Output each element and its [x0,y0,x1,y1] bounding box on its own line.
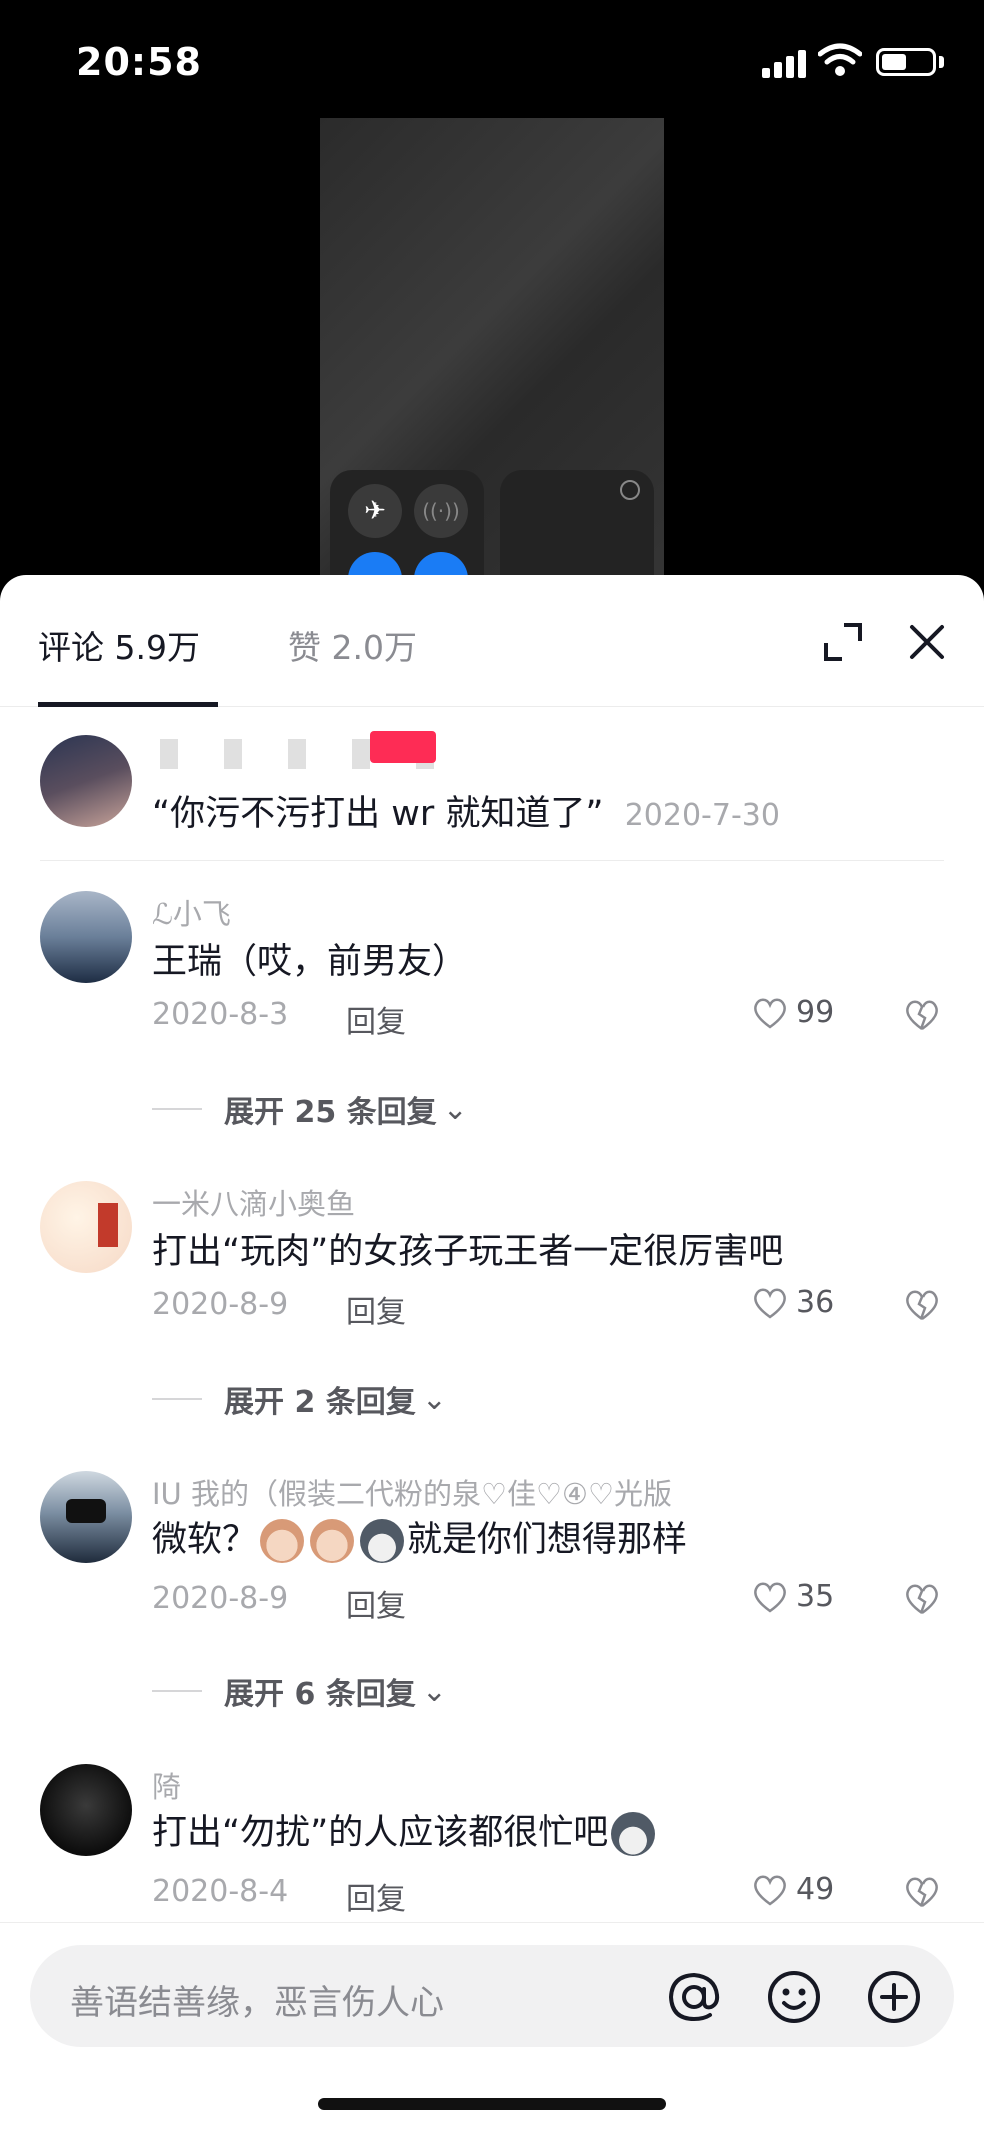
husky-emoji-icon [611,1812,656,1856]
like-count: 99 [796,995,835,1030]
expand-line [152,1398,202,1400]
home-indicator [318,2098,666,2110]
husky-emoji-icon [360,1519,405,1563]
cellular-data-icon: ((·)) [414,484,468,538]
emoji-icon[interactable] [764,1967,824,2027]
reply-button[interactable]: 回复 [346,1581,406,1625]
dislike-icon[interactable] [904,1581,940,1617]
chevron-down-icon: ⌄ [421,1673,447,1709]
comment-author[interactable]: 一米八滴小奥鱼 [152,1181,355,1223]
status-time: 20:58 [76,40,202,84]
reply-button[interactable]: 回复 [346,1287,406,1331]
like-button[interactable]: 99 [752,995,872,1030]
heart-icon [754,1875,786,1906]
comment-author[interactable]: ℒ小飞 [152,891,231,933]
divider [40,860,944,861]
like-button[interactable]: 35 [752,1579,872,1614]
comment-input-placeholder: 善语结善缘，恶言伤人心 [70,1983,444,2023]
battery-icon [876,48,936,76]
expand-label: 展开 25 条回复 [224,1095,437,1130]
avatar[interactable] [40,891,132,983]
heart-icon [754,998,786,1029]
dog-emoji-icon [310,1519,355,1563]
chevron-down-icon: ⌄ [421,1381,447,1417]
chevron-down-icon: ⌄ [442,1091,468,1127]
comment-text: 打出“勿扰”的人应该都很忙吧 [152,1804,658,1856]
airplane-icon: ✈ [348,484,402,538]
heart-icon [754,1288,786,1319]
avatar-seal [98,1203,118,1247]
comment-text-content: “你污不污打出 wr 就知道了” [152,794,604,834]
comment-text: 王瑞（哎，前男友） [152,942,468,982]
fullscreen-icon[interactable] [820,619,866,665]
expand-label: 展开 2 条回复 [224,1385,416,1420]
tab-indicator [38,702,218,707]
avatar-mask [66,1499,106,1523]
comment-text: “你污不污打出 wr 就知道了” 2020-7-30 [152,785,780,836]
like-count: 49 [796,1872,835,1907]
tab-likes[interactable]: 赞 2.0万 [288,621,417,669]
dislike-icon[interactable] [904,997,940,1033]
add-icon[interactable] [864,1967,924,2027]
comment-tabs: 评论 5.9万 赞 2.0万 [0,575,984,707]
reply-button[interactable]: 回复 [346,1874,406,1918]
like-button[interactable]: 36 [752,1285,872,1320]
avatar[interactable] [40,735,132,827]
comment-sheet: 评论 5.9万 赞 2.0万 “你污不污打出 wr 就知道了” 2020-7-3… [0,575,984,2130]
dislike-icon[interactable] [904,1874,940,1910]
comment-text: 微软？ 就是你们想得那样 [152,1511,687,1563]
battery-tip [939,56,944,68]
avatar[interactable] [40,1181,132,1273]
like-count: 35 [796,1579,835,1614]
like-button[interactable]: 49 [752,1872,872,1907]
close-icon[interactable] [902,617,952,667]
status-bar: 20:58 [0,0,984,120]
like-count: 36 [796,1285,835,1320]
reply-button[interactable]: 回复 [346,997,406,1041]
avatar[interactable] [40,1471,132,1563]
comment-author[interactable]: IU 我的（假装二代粉的泉♡佳♡④♡光版 [152,1471,672,1513]
comment-author[interactable]: 陭 [152,1764,181,1806]
avatar[interactable] [40,1764,132,1856]
comment-text-after: 就是你们想得那样 [407,1520,688,1560]
tab-comments[interactable]: 评论 5.9万 [38,621,200,669]
dog-emoji-icon [260,1519,305,1563]
expand-label: 展开 6 条回复 [224,1677,416,1712]
airplay-icon [620,480,640,500]
comment-input-bar: 善语结善缘，恶言伤人心 [0,1922,984,2130]
dislike-icon[interactable] [904,1287,940,1323]
expand-line [152,1108,202,1110]
comment-date: 2020-7-30 [624,798,780,833]
expand-replies-button[interactable]: 展开 6 条回复 ⌄ [152,1669,447,1713]
cellular-signal-icon [762,48,806,78]
expand-replies-button[interactable]: 展开 25 条回复 ⌄ [152,1087,468,1131]
comment-date: 2020-8-3 [152,997,289,1032]
comment-date: 2020-8-9 [152,1581,289,1616]
heart-icon [754,1582,786,1613]
mention-icon[interactable] [664,1967,724,2027]
comment-input[interactable]: 善语结善缘，恶言伤人心 [30,1945,954,2047]
author-badge [370,731,436,763]
comment-text: 打出“玩肉”的女孩子玩王者一定很厉害吧 [152,1232,784,1272]
comment-date: 2020-8-4 [152,1874,289,1909]
comment-date: 2020-8-9 [152,1287,289,1322]
expand-line [152,1690,202,1692]
wifi-icon [818,43,862,76]
comment-text-before: 微软？ [152,1520,258,1560]
expand-replies-button[interactable]: 展开 2 条回复 ⌄ [152,1377,447,1421]
comment-text-content: 打出“勿扰”的人应该都很忙吧 [152,1813,609,1853]
